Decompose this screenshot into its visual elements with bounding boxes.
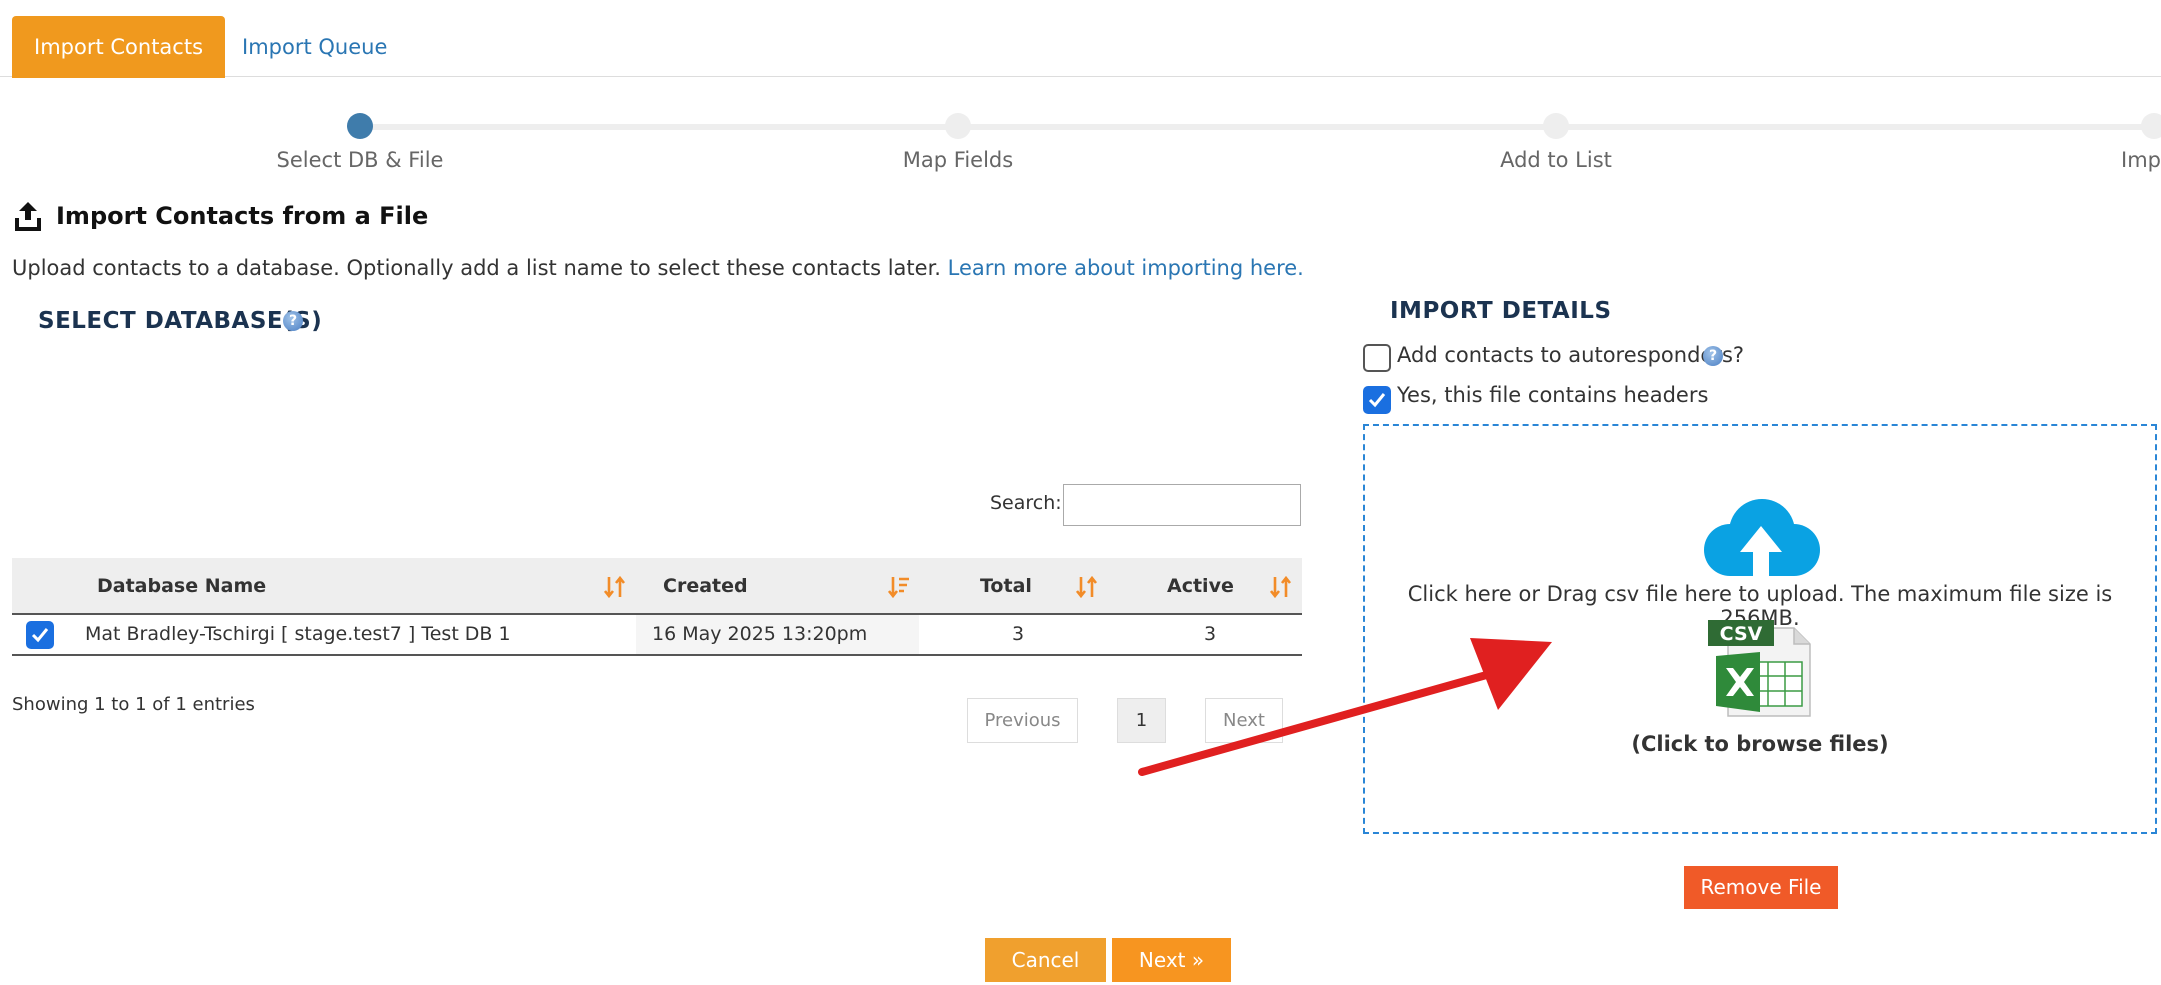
tab-import-contacts[interactable]: Import Contacts (12, 16, 226, 78)
help-icon[interactable]: ? (1703, 346, 1723, 366)
intro-text: Upload contacts to a database. Optionall… (12, 256, 1304, 280)
progress-track (360, 124, 2161, 130)
table-header: Database Name Created Total Active (12, 558, 1302, 615)
step-dot-select-db (347, 113, 373, 139)
select-databases-title: SELECT DATABASE(S) (38, 308, 323, 334)
autoresponders-checkbox[interactable] (1363, 344, 1391, 372)
help-icon[interactable]: ? (283, 311, 303, 331)
cancel-button[interactable]: Cancel (985, 938, 1106, 982)
intro-description: Upload contacts to a database. Optionall… (12, 256, 941, 280)
step-label-select-db: Select DB & File (276, 148, 444, 172)
learn-more-link[interactable]: Learn more about importing here. (948, 256, 1304, 280)
tab-import-queue[interactable]: Import Queue (220, 16, 409, 78)
annotation-arrow-icon (1138, 638, 1552, 776)
column-header-database-name[interactable]: Database Name (97, 558, 266, 615)
page-title: Import Contacts from a File (56, 202, 429, 230)
search-input[interactable] (1063, 484, 1301, 526)
column-header-created[interactable]: Created (663, 558, 748, 615)
next-button[interactable]: Next » (1112, 938, 1231, 982)
row-select-checkbox[interactable] (26, 621, 54, 649)
remove-file-button[interactable]: Remove File (1684, 866, 1838, 909)
csv-file-icon: CSV (1708, 620, 1811, 717)
step-dot-add-to-list (1543, 113, 1569, 139)
cell-created: 16 May 2025 13:20pm (636, 615, 919, 654)
csv-badge-text: CSV (1720, 623, 1763, 645)
step-dot-map-fields (945, 113, 971, 139)
tab-bar: Import Contacts Import Queue (0, 0, 2161, 78)
cloud-upload-icon (1704, 499, 1820, 578)
cell-total: 3 (1012, 623, 1025, 645)
import-details-title: IMPORT DETAILS (1390, 298, 1612, 324)
sort-icon[interactable] (1270, 574, 1292, 600)
column-header-active[interactable]: Active (1167, 558, 1234, 615)
database-table: Database Name Created Total Active Mat B… (12, 558, 1302, 656)
upload-tray-icon (15, 202, 41, 231)
step-label-import: Imp (2121, 148, 2161, 172)
sort-icon[interactable] (604, 574, 626, 600)
headers-checkbox[interactable] (1363, 386, 1391, 414)
cell-database-name: Mat Bradley-Tschirgi [ stage.test7 ] Tes… (85, 623, 511, 645)
search-label: Search: (990, 492, 1062, 514)
column-header-total[interactable]: Total (980, 558, 1032, 615)
step-label-map-fields: Map Fields (902, 148, 1014, 172)
step-label-add-to-list: Add to List (1500, 148, 1612, 172)
table-row[interactable]: Mat Bradley-Tschirgi [ stage.test7 ] Tes… (12, 615, 1302, 656)
previous-button[interactable]: Previous (967, 698, 1078, 743)
step-dot-import (2141, 113, 2161, 139)
table-info: Showing 1 to 1 of 1 entries (12, 694, 255, 715)
autoresponders-label: Add contacts to autoresponders? (1397, 343, 1745, 367)
sort-desc-icon[interactable] (888, 574, 910, 600)
headers-label: Yes, this file contains headers (1397, 383, 1709, 407)
sort-icon[interactable] (1076, 574, 1098, 600)
